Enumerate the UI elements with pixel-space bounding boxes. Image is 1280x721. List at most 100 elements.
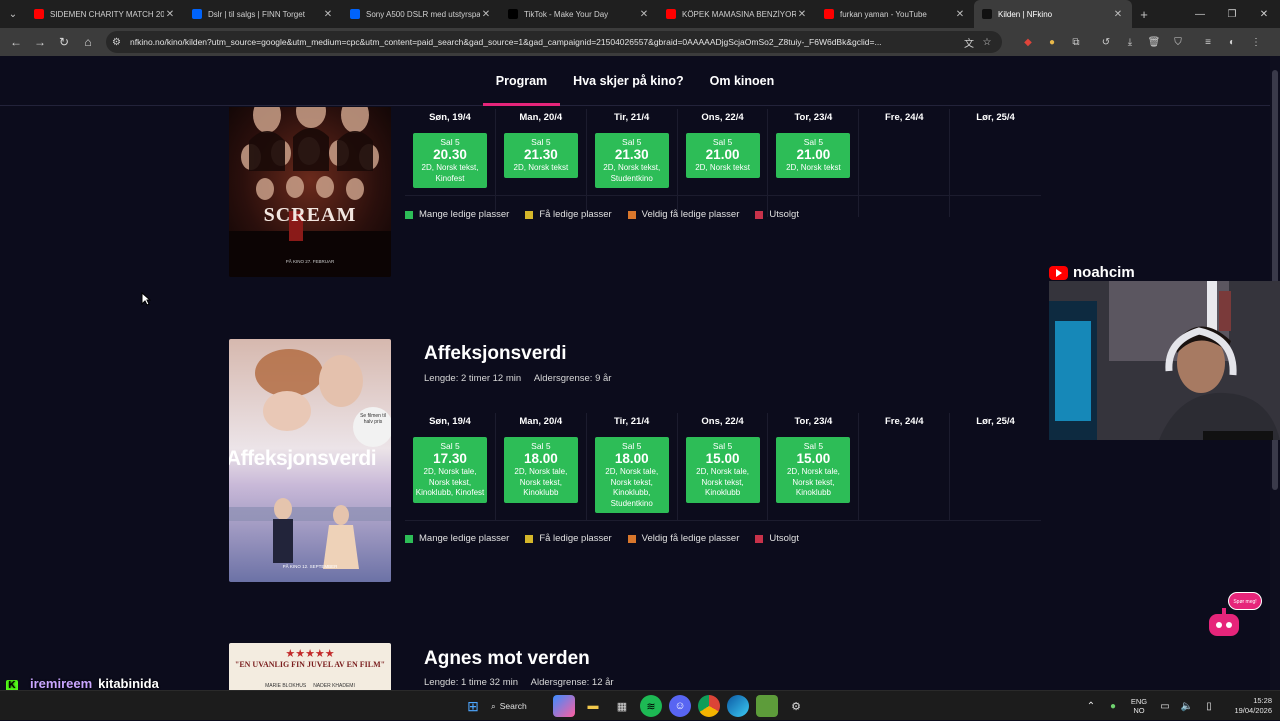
showtime-grid-scream: Søn, 19/4 Sal 5 20.30 2D, Norsk tekst, Kino… [405,109,1041,217]
address-bar[interactable]: ⚙ nfkino.no/kino/kilden?utm_source=googl… [106,31,1002,53]
browser-tab[interactable]: Dslr | til salgs | FINN Torget ✕ [184,0,342,28]
browser-tab[interactable]: TikTok - Make Your Day ✕ [500,0,658,28]
nav-hva-skjer[interactable]: Hva skjer på kino? [560,56,696,106]
tab-close-icon[interactable]: ✕ [480,9,492,20]
reload-icon[interactable]: ↻ [52,35,76,49]
browser-tab[interactable]: SIDEMEN CHARITY MATCH 2026 ✕ [26,0,184,28]
menu-icon[interactable]: ⋮ [1244,37,1268,48]
day-label: Tor, 23/4 [794,112,833,123]
chatbot-button[interactable]: Spør meg! [1204,592,1264,638]
url-text[interactable]: nfkino.no/kino/kilden?utm_source=google&… [126,37,960,47]
tab-favicon-icon [824,9,834,19]
translate-icon[interactable]: 文 [960,35,978,50]
showtime-button[interactable]: Sal 5 21.00 2D, Norsk tekst [776,133,851,178]
legend-label: Veldig få ledige plasser [641,533,740,544]
discord-icon[interactable]: ☺ [669,695,691,717]
tab-close-icon[interactable]: ✕ [322,9,334,20]
poster-agnes-mot-verden[interactable]: ★★★★★ "EN UVANLIG FIN JUVEL AV EN FILM" … [229,643,391,690]
tray-chevron-icon[interactable]: ⌃ [1080,701,1102,712]
download-icon[interactable]: ⤓ [1118,37,1142,48]
chrome-icon[interactable] [698,695,720,717]
spotify-icon[interactable]: ≋ [640,695,662,717]
day-label: Fre, 24/4 [884,112,924,123]
windows-start-icon[interactable]: ⊞ [462,695,484,717]
profile-avatar[interactable]: ◐ [1220,37,1244,48]
minimize-icon[interactable]: — [1184,9,1216,20]
showtime-button[interactable]: Sal 5 17.30 2D, Norsk tale, Norsk tekst, K… [413,437,487,503]
day-label: Søn, 19/4 [429,112,471,123]
extension-red-icon[interactable]: ◆ [1016,37,1040,48]
file-explorer-icon[interactable]: ▬ [582,695,604,717]
showtime-hall: Sal 5 [622,137,642,147]
taskbar-search[interactable]: ⌕ Search [491,695,547,717]
battery-icon[interactable]: ▯ [1198,701,1220,712]
showtime-button[interactable]: Sal 5 21.30 2D, Norsk tekst, Studentkino [594,133,669,188]
nav-program[interactable]: Program [482,56,561,106]
day-label: Ons, 22/4 [701,416,744,427]
browser-toolbar: ← → ↻ ⌂ ⚙ nfkino.no/kino/kilden?utm_sour… [0,28,1280,56]
volume-icon[interactable]: 🔈 [1176,701,1198,712]
language-indicator[interactable]: ENG NO [1124,697,1154,715]
extensions-puzzle-icon[interactable]: ⧉ [1064,37,1088,48]
showtime-button[interactable]: Sal 5 18.00 2D, Norsk tale, Norsk tekst, K… [594,437,669,513]
showtime-button[interactable]: Sal 5 15.00 2D, Norsk tale, Norsk tekst, K… [685,437,760,503]
legend-swatch [755,210,764,219]
browser-tab[interactable]: KÖPEK MAMASINA BENZİYOR ✕ [658,0,816,28]
tab-close-icon[interactable]: ✕ [796,9,808,20]
film-title[interactable]: Affeksjonsverdi [424,343,567,365]
browser-tab[interactable]: Kilden | NFkino ✕ [974,0,1132,28]
showtime-button[interactable]: Sal 5 20.30 2D, Norsk tekst, Kinofest [413,133,487,188]
edge-icon[interactable] [727,695,749,717]
new-tab-button[interactable]: + [1132,7,1156,22]
showtime-format: 2D, Norsk tale, Norsk tekst, Kinoklubb [786,467,840,497]
forward-icon[interactable]: → [28,35,52,49]
film-title[interactable]: Agnes mot verden [424,648,590,670]
showtime-button[interactable]: Sal 5 15.00 2D, Norsk tale, Norsk tekst, K… [776,437,851,503]
history-icon[interactable]: ↺ [1094,37,1118,48]
showtime-format: 2D, Norsk tale, Norsk tekst, Kinoklubb [696,467,750,497]
copilot-icon[interactable] [553,695,575,717]
chat-username: iremireem [30,676,93,691]
microphone-icon[interactable]: ● [1102,701,1124,712]
nav-om-kinoen[interactable]: Om kinoen [697,56,788,106]
back-icon[interactable]: ← [4,35,28,49]
day-label: Fre, 24/4 [884,416,924,427]
showtime-hall: Sal 5 [803,137,824,147]
showtime-hall: Sal 5 [712,441,733,451]
day-label: Tor, 23/4 [794,416,833,427]
film-age-limit: Aldersgrense: 12 år [530,677,614,688]
browser-tab[interactable]: Sony A500 DSLR med utstyrspakke✕ [342,0,500,28]
day-label: Søn, 19/4 [429,416,471,427]
site-info-icon[interactable]: ⚙ [112,37,126,48]
tab-title: Dslr | til salgs | FINN Torget [208,9,305,19]
tab-close-icon[interactable]: ✕ [954,9,966,20]
showtime-button[interactable]: Sal 5 21.30 2D, Norsk tekst [503,133,578,178]
bookmark-star-icon[interactable]: ☆ [978,37,996,48]
restore-icon[interactable]: ❐ [1216,9,1248,20]
store-icon[interactable]: ▦ [611,695,633,717]
extension-yellow-icon[interactable]: ● [1040,37,1064,48]
tab-search-icon[interactable]: ⌄ [0,0,26,28]
tab-close-icon[interactable]: ✕ [1112,9,1124,20]
delete-icon[interactable]: 🗑 [1142,37,1166,48]
day-column: Tir, 21/4 Sal 5 18.00 2D, Norsk tale, Norsk… [587,413,678,521]
clock[interactable]: 15:28 19/04/2026 [1220,696,1280,716]
showtime-button[interactable]: Sal 5 18.00 2D, Norsk tale, Norsk tekst, K… [503,437,578,503]
home-icon[interactable]: ⌂ [76,35,100,49]
film-length: Lengde: 1 time 32 min [424,677,519,688]
vpn-icon[interactable]: ⛉ [1166,37,1190,48]
showtime-time: 15.00 [705,451,740,466]
close-window-icon[interactable]: ✕ [1248,9,1280,20]
tab-close-icon[interactable]: ✕ [638,9,650,20]
browser-tab[interactable]: furkan yaman - YouTube ✕ [816,0,974,28]
day-column: Fre, 24/4 [859,413,951,521]
sidebar-icon[interactable]: ≡ [1196,37,1220,48]
browser-tab-strip: ⌄ SIDEMEN CHARITY MATCH 2026 ✕ Dslr | til … [0,0,1280,28]
app-icon[interactable]: ⚙ [785,695,807,717]
poster-scream[interactable]: SCREAM PÅ KINO 27. FEBRUAR [229,107,391,277]
showtime-button[interactable]: Sal 5 21.00 2D, Norsk tekst [685,133,760,178]
minecraft-icon[interactable] [756,695,778,717]
poster-affeksjonsverdi[interactable]: Se filmen til halv pris Affeksjonsverdi … [229,339,391,582]
network-icon[interactable]: ▭ [1154,701,1176,712]
tab-close-icon[interactable]: ✕ [164,9,176,20]
